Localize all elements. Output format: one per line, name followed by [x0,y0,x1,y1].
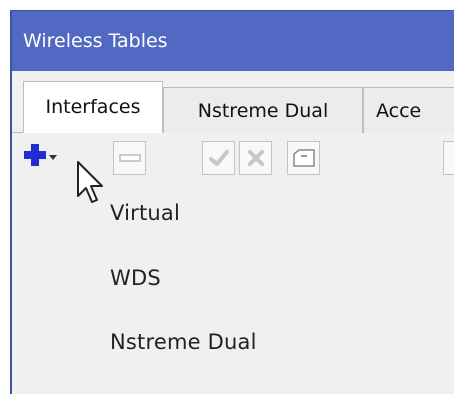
menu-item-wds[interactable]: WDS [110,266,161,290]
add-dropdown-menu: Virtual WDS Nstreme Dual [91,176,445,384]
disable-button[interactable] [239,141,272,175]
menu-item-nstreme-dual[interactable]: Nstreme Dual [110,330,257,354]
minus-icon [118,154,141,162]
toolbar-button-partial[interactable] [443,141,454,175]
menu-item-virtual[interactable]: Virtual [110,201,180,225]
mouse-cursor-icon [77,161,103,203]
cross-icon [247,150,264,166]
tab-access-list[interactable]: Acce [363,87,454,133]
menu-item-label: WDS [110,266,161,290]
menu-item-label: Virtual [110,201,181,225]
check-icon [208,150,229,166]
plus-icon [24,144,57,166]
tab-interfaces[interactable]: Interfaces [23,81,163,133]
title-bar[interactable]: Wireless Tables [12,11,454,71]
window-title: Wireless Tables [23,30,168,52]
note-icon [292,149,315,167]
enable-button[interactable] [202,141,235,175]
add-button[interactable] [14,141,60,175]
tab-label: Interfaces [45,96,141,118]
comment-button[interactable] [287,141,320,175]
remove-button[interactable] [113,141,146,175]
tab-label: Nstreme Dual [197,99,329,122]
tab-label: Acce [376,99,422,122]
menu-item-label: Nstreme Dual [110,330,257,354]
tab-bar: Interfaces Nstreme Dual Acce [12,71,454,133]
tab-nstreme-dual[interactable]: Nstreme Dual [163,87,363,133]
